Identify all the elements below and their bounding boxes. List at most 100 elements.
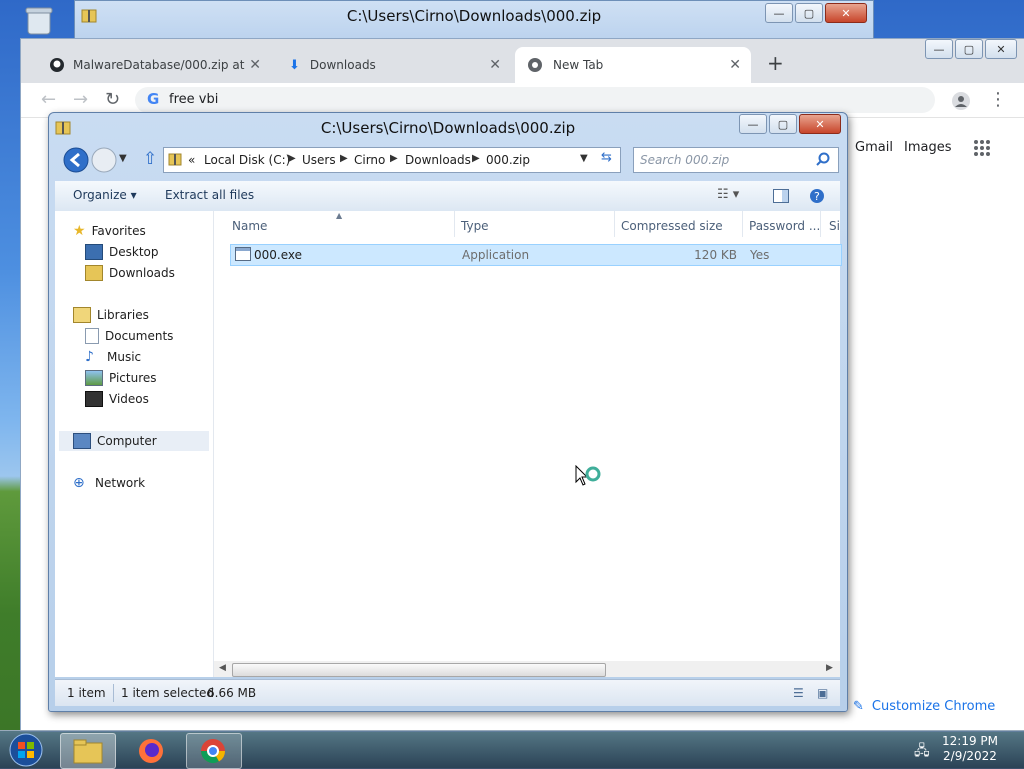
close-button[interactable]: ✕	[825, 3, 867, 23]
column-header-type[interactable]: Type	[461, 219, 489, 233]
back-arrow-icon[interactable]: ←	[41, 89, 56, 110]
help-icon[interactable]: ?	[809, 188, 825, 204]
nav-label: Desktop	[109, 245, 159, 259]
github-icon	[50, 58, 64, 72]
profile-icon[interactable]	[951, 91, 971, 111]
download-icon: ⬇	[289, 57, 300, 73]
chevron-right-icon[interactable]: ▶	[390, 153, 398, 164]
back-button-icon[interactable]	[63, 147, 89, 173]
forward-arrow-icon[interactable]: →	[73, 89, 88, 110]
nav-documents[interactable]: Documents	[85, 326, 173, 346]
breadcrumb-downloads[interactable]: Downloads	[405, 153, 471, 167]
minimize-button[interactable]: —	[925, 39, 953, 59]
menu-icon[interactable]: ⋮	[989, 89, 1007, 110]
file-list: ▲ Name Type Compressed size Password ...…	[214, 211, 842, 677]
chevron-right-icon[interactable]: ▶	[288, 153, 296, 164]
breadcrumb-local-disk[interactable]: Local Disk (C:)	[204, 153, 290, 167]
close-button[interactable]: ✕	[799, 114, 841, 134]
close-icon[interactable]: ✕	[729, 57, 741, 73]
nav-favorites[interactable]: ★ Favorites	[73, 221, 146, 241]
chevron-right-icon[interactable]: ▶	[340, 153, 348, 164]
explorer-body: ★ Favorites Desktop Downloads Libraries …	[55, 211, 842, 677]
column-header-compressed-size[interactable]: Compressed size	[621, 219, 723, 233]
start-button-icon[interactable]	[6, 732, 46, 768]
nav-videos[interactable]: Videos	[85, 389, 149, 409]
taskbar-chrome[interactable]	[186, 733, 242, 769]
close-icon[interactable]: ✕	[489, 57, 501, 73]
view-options-icon[interactable]: ☷ ▾	[717, 187, 739, 202]
clock[interactable]: 12:19 PM 2/9/2022	[942, 734, 998, 764]
omnibox-text[interactable]: free vbi	[169, 92, 218, 107]
breadcrumb-overflow[interactable]: «	[188, 153, 195, 167]
file-type: Application	[462, 248, 530, 262]
up-arrow-icon[interactable]: ⇧	[143, 149, 157, 169]
details-view-icon[interactable]: ☰	[793, 686, 804, 700]
breadcrumb-users[interactable]: Users	[302, 153, 336, 167]
close-button[interactable]: ✕	[985, 39, 1017, 59]
organize-button[interactable]: Organize ▾	[73, 188, 137, 202]
tab-downloads[interactable]: ⬇ Downloads ✕	[279, 47, 511, 83]
horizontal-scrollbar[interactable]: ◀ ▶	[214, 661, 840, 677]
extract-all-button[interactable]: Extract all files	[165, 188, 254, 202]
breadcrumb-cirno[interactable]: Cirno	[354, 153, 385, 167]
recycle-bin-icon[interactable]	[20, 6, 60, 36]
close-icon[interactable]: ✕	[249, 57, 261, 73]
svg-text:?: ?	[814, 190, 820, 203]
forward-button-icon[interactable]	[91, 147, 117, 173]
maximize-button[interactable]: ▢	[795, 3, 823, 23]
network-tray-icon[interactable]: 🖧	[914, 740, 930, 764]
nav-computer[interactable]: Computer	[59, 431, 209, 451]
minimize-button[interactable]: —	[739, 114, 767, 134]
tab-new-tab[interactable]: New Tab ✕	[515, 47, 751, 83]
large-icons-view-icon[interactable]: ▣	[817, 686, 828, 700]
scrollbar-thumb[interactable]	[232, 663, 606, 677]
background-explorer-window[interactable]: C:\Users\Cirno\Downloads\000.zip — ▢ ✕	[74, 0, 874, 40]
explorer-window[interactable]: C:\Users\Cirno\Downloads\000.zip — ▢ ✕ ▼…	[48, 112, 848, 712]
tab-label: Downloads	[309, 58, 376, 72]
apps-icon[interactable]	[973, 139, 991, 157]
scroll-left-icon[interactable]: ◀	[219, 663, 226, 673]
clock-date: 2/9/2022	[943, 749, 997, 763]
recent-pages-dropdown-icon[interactable]: ▼	[119, 153, 127, 164]
file-password: Yes	[750, 248, 770, 262]
nav-music[interactable]: ♪ Music	[85, 347, 141, 367]
new-tab-icon[interactable]: +	[767, 51, 784, 75]
nav-network[interactable]: ⊕ Network	[73, 473, 145, 493]
nav-libraries[interactable]: Libraries	[73, 305, 149, 325]
preview-pane-icon[interactable]	[773, 189, 789, 203]
nav-desktop[interactable]: Desktop	[85, 242, 159, 262]
column-header-password[interactable]: Password ...	[749, 219, 820, 233]
nav-label: Music	[107, 350, 142, 364]
search-icon[interactable]	[816, 152, 830, 166]
reload-icon[interactable]: ↻	[105, 89, 120, 110]
breadcrumb-000-zip[interactable]: 000.zip	[486, 153, 530, 167]
music-icon: ♪	[85, 349, 94, 365]
omnibox[interactable]: G free vbi	[135, 87, 935, 113]
taskbar-explorer[interactable]	[60, 733, 116, 769]
nav-pictures[interactable]: Pictures	[85, 368, 157, 388]
gmail-link[interactable]: Gmail	[855, 140, 893, 155]
taskbar-firefox[interactable]	[124, 733, 180, 769]
address-bar[interactable]: « Local Disk (C:) ▶ Users ▶ Cirno ▶ Down…	[163, 147, 621, 173]
maximize-button[interactable]: ▢	[955, 39, 983, 59]
tab-strip: MalwareDatabase/000.zip at mas ✕ ⬇ Downl…	[21, 39, 1024, 83]
maximize-button[interactable]: ▢	[769, 114, 797, 134]
pictures-icon	[85, 370, 103, 386]
refresh-button[interactable]: ⇆	[595, 147, 619, 171]
scroll-right-icon[interactable]: ▶	[826, 663, 833, 673]
customize-chrome-button[interactable]: ✎ Customize Chrome	[853, 695, 1003, 717]
column-header-name[interactable]: Name	[232, 219, 267, 233]
table-row[interactable]: 000.exe Application 120 KB Yes	[230, 244, 842, 266]
column-header-size[interactable]: Si	[829, 219, 840, 233]
minimize-button[interactable]: —	[765, 3, 793, 23]
nav-downloads[interactable]: Downloads	[85, 263, 175, 283]
taskbar: 🖧 12:19 PM 2/9/2022	[0, 730, 1024, 769]
nav-label: Network	[95, 476, 146, 490]
command-bar: Organize ▾ Extract all files ☷ ▾ ?	[55, 181, 840, 212]
chevron-right-icon[interactable]: ▶	[472, 153, 480, 164]
tab-github[interactable]: MalwareDatabase/000.zip at mas ✕	[39, 47, 271, 83]
firefox-icon	[139, 739, 163, 763]
images-link[interactable]: Images	[904, 140, 952, 155]
chevron-down-icon[interactable]: ▼	[580, 153, 588, 164]
search-box[interactable]: Search 000.zip	[633, 147, 839, 173]
